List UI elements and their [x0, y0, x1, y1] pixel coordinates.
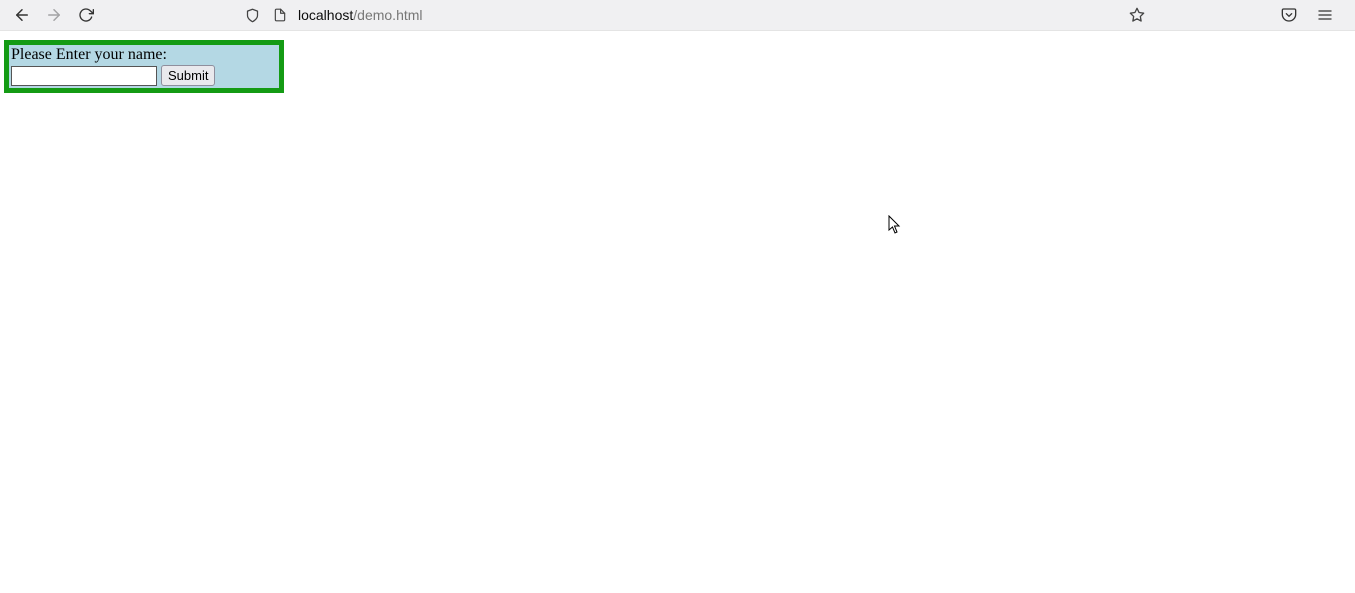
- url-path: /demo.html: [353, 7, 422, 23]
- back-button[interactable]: [8, 1, 36, 29]
- name-label: Please Enter your name:: [9, 45, 279, 65]
- forward-button[interactable]: [40, 1, 68, 29]
- url-host: localhost: [298, 7, 353, 23]
- reload-icon: [78, 7, 94, 23]
- bookmark-star-button[interactable]: [1127, 5, 1147, 25]
- pocket-icon: [1281, 7, 1297, 23]
- mouse-cursor-icon: [888, 215, 902, 235]
- shield-icon: [242, 5, 262, 25]
- hamburger-icon: [1317, 7, 1333, 23]
- form-row: Submit: [9, 65, 279, 86]
- toolbar-right: [1155, 1, 1347, 29]
- address-bar[interactable]: localhost/demo.html: [238, 1, 1151, 29]
- arrow-left-icon: [13, 6, 31, 24]
- page-content: Please Enter your name: Submit: [0, 31, 1355, 102]
- name-form: Please Enter your name: Submit: [4, 40, 284, 93]
- app-menu-button[interactable]: [1311, 1, 1339, 29]
- submit-button[interactable]: Submit: [161, 65, 215, 86]
- reload-button[interactable]: [72, 1, 100, 29]
- arrow-right-icon: [45, 6, 63, 24]
- url-text: localhost/demo.html: [298, 7, 423, 23]
- star-icon: [1129, 7, 1145, 23]
- pocket-button[interactable]: [1275, 1, 1303, 29]
- name-input[interactable]: [11, 66, 157, 86]
- browser-toolbar: localhost/demo.html: [0, 0, 1355, 31]
- page-icon: [270, 5, 290, 25]
